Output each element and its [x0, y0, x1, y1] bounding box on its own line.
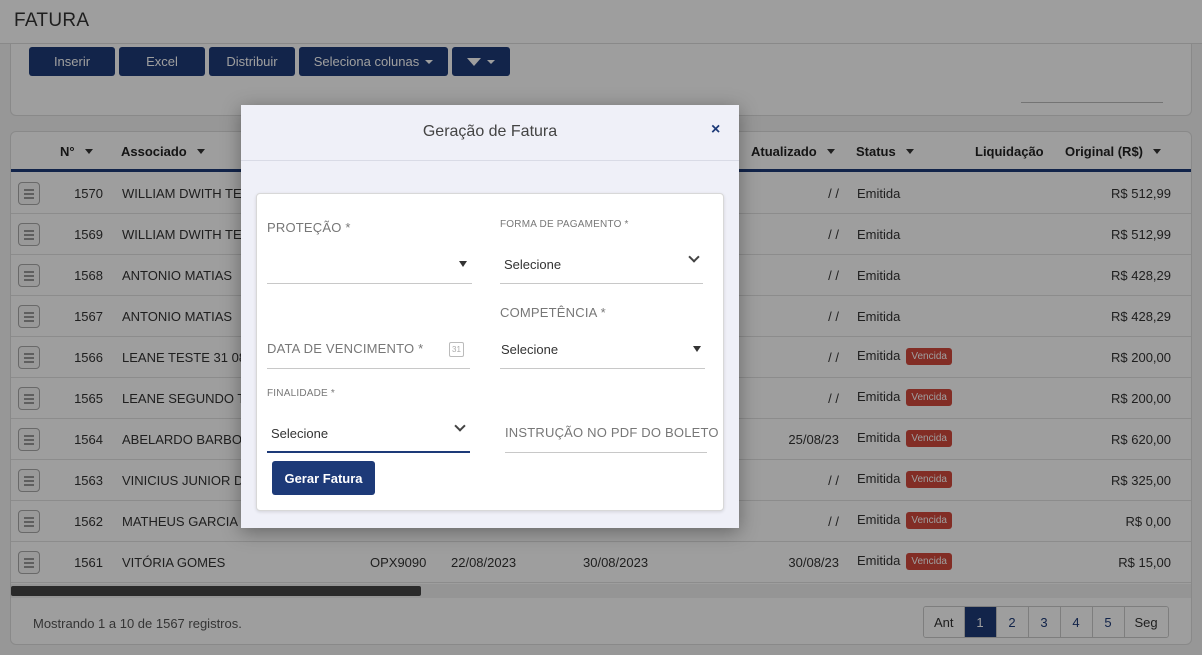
- caret-down-icon: [693, 346, 701, 352]
- protecao-underline: [267, 283, 472, 284]
- competencia-select[interactable]: Selecione: [500, 334, 705, 369]
- finalidade-underline: [267, 451, 470, 453]
- forma-pagamento-label: FORMA DE PAGAMENTO *: [500, 219, 629, 230]
- generate-invoice-button[interactable]: Gerar Fatura: [272, 461, 375, 495]
- finalidade-label: FINALIDADE *: [267, 388, 335, 399]
- modal-title: Geração de Fatura: [422, 123, 558, 140]
- competencia-value: Selecione: [501, 342, 559, 357]
- chevron-down-icon: [454, 420, 466, 432]
- vencimento-underline: [267, 368, 470, 369]
- protecao-select[interactable]: [267, 249, 472, 284]
- modal-header: Geração de Fatura ×: [241, 105, 739, 161]
- vencimento-input[interactable]: DATA DE VENCIMENTO * 31: [267, 334, 470, 369]
- forma-pagamento-value: Selecione: [504, 257, 562, 272]
- protecao-label: PROTEÇÃO *: [267, 220, 351, 235]
- finalidade-select[interactable]: Selecione: [267, 418, 470, 453]
- finalidade-value: Selecione: [271, 426, 329, 441]
- calendar-icon[interactable]: 31: [449, 342, 464, 357]
- forma-pagamento-select[interactable]: Selecione: [500, 249, 703, 284]
- competencia-label: COMPETÊNCIA *: [500, 305, 606, 320]
- forma-pagamento-underline: [500, 283, 703, 284]
- invoice-form: PROTEÇÃO * FORMA DE PAGAMENTO * Selecion…: [256, 193, 724, 511]
- close-icon[interactable]: ×: [711, 121, 720, 139]
- instrucao-placeholder: INSTRUÇÃO NO PDF DO BOLETO: [505, 425, 719, 440]
- vencimento-label: DATA DE VENCIMENTO *: [267, 341, 424, 356]
- instrucao-underline: [505, 452, 707, 453]
- competencia-underline: [500, 368, 705, 369]
- invoice-generation-modal: Geração de Fatura × PROTEÇÃO * FORMA DE …: [241, 105, 739, 528]
- instrucao-input[interactable]: INSTRUÇÃO NO PDF DO BOLETO: [505, 418, 719, 453]
- caret-down-icon: [459, 261, 467, 267]
- chevron-down-icon: [688, 251, 700, 263]
